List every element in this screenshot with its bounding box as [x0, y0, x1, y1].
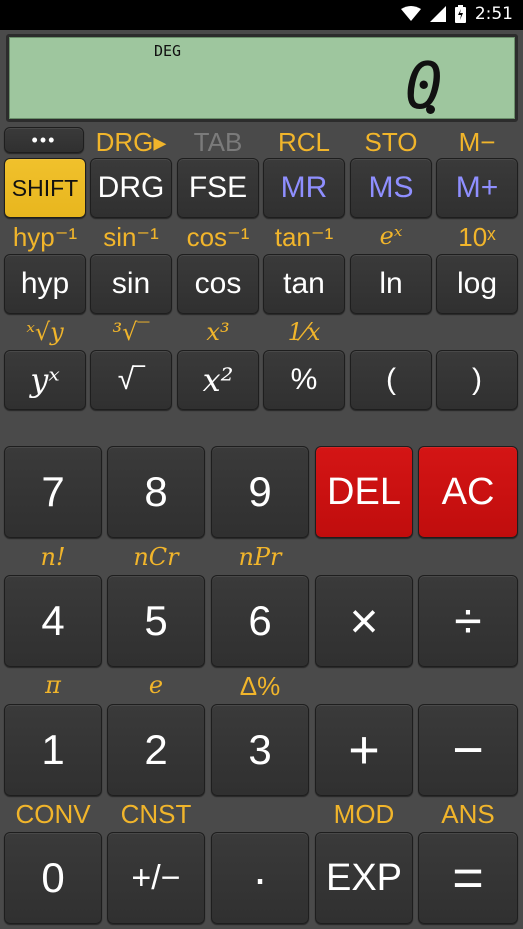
percent-button[interactable]: % — [263, 350, 345, 410]
digit-5-button[interactable]: 5 — [107, 575, 205, 667]
digit-3-button[interactable]: 3 — [211, 704, 309, 796]
label-tan-inverse: tan⁻¹ — [274, 222, 334, 252]
label-conv: CONV — [15, 799, 91, 829]
digit-9-button[interactable]: 9 — [211, 446, 309, 538]
label-pi: π — [45, 671, 61, 699]
label-cube-root: ³√‾ — [112, 318, 150, 346]
label-factorial: n! — [40, 543, 66, 571]
square-root-button[interactable]: √‾ — [90, 350, 172, 410]
memory-add-button[interactable]: M+ — [436, 158, 518, 218]
signal-icon — [429, 6, 446, 22]
battery-icon — [454, 5, 466, 23]
delete-button[interactable]: DEL — [315, 446, 413, 538]
all-clear-button[interactable]: AC — [418, 446, 518, 538]
multiply-button[interactable]: × — [315, 575, 413, 667]
wifi-icon — [400, 6, 421, 21]
label-euler: e — [148, 671, 164, 699]
divide-button[interactable]: ÷ — [418, 575, 518, 667]
log-button[interactable]: log — [436, 254, 518, 314]
digit-8-button[interactable]: 8 — [107, 446, 205, 538]
label-reciprocal: 1⁄x — [287, 318, 321, 346]
digit-4-button[interactable]: 4 — [4, 575, 102, 667]
square-button[interactable]: x² — [177, 350, 259, 410]
label-sto: STO — [364, 127, 418, 157]
label-exp-e: eˣ — [379, 222, 403, 250]
hyp-button[interactable]: hyp — [4, 254, 86, 314]
digit-0-button[interactable]: 0 — [4, 832, 102, 924]
cos-button[interactable]: cos — [177, 254, 259, 314]
label-m-minus: M− — [458, 127, 496, 157]
plus-minus-button[interactable]: +/− — [107, 832, 205, 924]
label-ans: ANS — [441, 799, 495, 829]
power-button[interactable]: yˣ — [4, 350, 86, 410]
decimal-point-button[interactable]: · — [211, 832, 309, 924]
label-cos-inverse: cos⁻¹ — [186, 222, 250, 252]
digit-1-button[interactable]: 1 — [4, 704, 102, 796]
label-npr: nPr — [238, 543, 282, 571]
label-rcl: RCL — [277, 127, 330, 157]
label-ncr: nCr — [133, 543, 179, 571]
decimal-point-indicator — [426, 105, 435, 114]
label-x-cubed: x³ — [206, 318, 230, 346]
ln-button[interactable]: ln — [350, 254, 432, 314]
label-mod: MOD — [333, 799, 395, 829]
label-delta-percent: Δ% — [239, 671, 281, 701]
minus-button[interactable]: − — [418, 704, 518, 796]
tan-button[interactable]: tan — [263, 254, 345, 314]
label-drg-cycle: DRG▸ — [95, 127, 167, 157]
label-cnst: CNST — [120, 799, 192, 829]
lcd-display: DEG 0 — [6, 34, 518, 122]
memory-recall-button[interactable]: MR — [263, 158, 345, 218]
sin-button[interactable]: sin — [90, 254, 172, 314]
label-hyp-inverse: hyp⁻¹ — [12, 222, 78, 252]
drg-button[interactable]: DRG — [90, 158, 172, 218]
memory-store-button[interactable]: MS — [350, 158, 432, 218]
label-xth-root: ˣ√y — [26, 318, 64, 346]
open-paren-button[interactable]: ( — [350, 350, 432, 410]
fse-button[interactable]: FSE — [177, 158, 259, 218]
close-paren-button[interactable]: ) — [436, 350, 518, 410]
label-ten-power: 10ˣ — [458, 222, 496, 252]
digit-6-button[interactable]: 6 — [211, 575, 309, 667]
label-sin-inverse: sin⁻¹ — [103, 222, 159, 252]
angle-mode-indicator: DEG — [154, 42, 182, 60]
status-time: 2:51 — [474, 4, 513, 24]
equals-button[interactable]: = — [418, 832, 518, 924]
menu-button[interactable]: ••• — [4, 127, 84, 153]
exp-button[interactable]: EXP — [315, 832, 413, 924]
plus-button[interactable]: + — [315, 704, 413, 796]
label-tab: TAB — [193, 127, 243, 157]
status-bar: 2:51 — [0, 0, 523, 30]
shift-button[interactable]: SHIFT — [4, 158, 86, 218]
digit-7-button[interactable]: 7 — [4, 446, 102, 538]
digit-2-button[interactable]: 2 — [107, 704, 205, 796]
